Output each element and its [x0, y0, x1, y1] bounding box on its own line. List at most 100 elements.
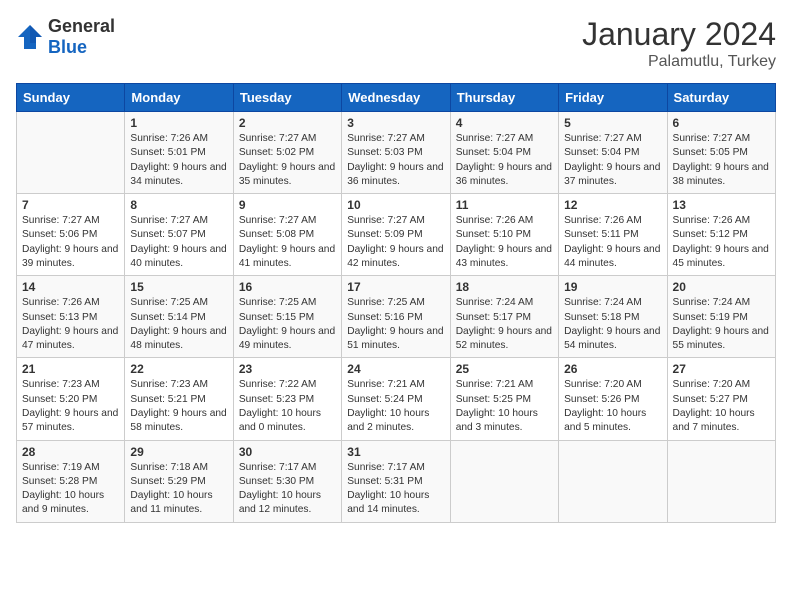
week-row-4: 21 Sunrise: 7:23 AM Sunset: 5:20 PM Dayl… — [17, 358, 776, 440]
daylight-text: Daylight: 9 hours and 51 minutes. — [347, 326, 443, 351]
week-row-2: 7 Sunrise: 7:27 AM Sunset: 5:06 PM Dayli… — [17, 194, 776, 276]
day-detail: Sunrise: 7:27 AM Sunset: 5:06 PM Dayligh… — [22, 214, 119, 271]
day-number: 26 — [564, 362, 661, 376]
daylight-text: Daylight: 9 hours and 43 minutes. — [456, 244, 552, 269]
day-number: 16 — [239, 280, 336, 294]
sunrise-text: Sunrise: 7:26 AM — [22, 297, 100, 308]
day-number: 24 — [347, 362, 444, 376]
day-detail: Sunrise: 7:27 AM Sunset: 5:05 PM Dayligh… — [673, 132, 770, 189]
sunrise-text: Sunrise: 7:27 AM — [239, 133, 317, 144]
day-cell: 20 Sunrise: 7:24 AM Sunset: 5:19 PM Dayl… — [667, 276, 775, 358]
sunset-text: Sunset: 5:13 PM — [22, 312, 97, 323]
day-number: 25 — [456, 362, 553, 376]
sunset-text: Sunset: 5:11 PM — [564, 229, 639, 240]
sunrise-text: Sunrise: 7:27 AM — [22, 215, 100, 226]
sunrise-text: Sunrise: 7:27 AM — [673, 133, 751, 144]
day-cell: 28 Sunrise: 7:19 AM Sunset: 5:28 PM Dayl… — [17, 440, 125, 522]
day-detail: Sunrise: 7:17 AM Sunset: 5:30 PM Dayligh… — [239, 461, 336, 518]
day-cell: 6 Sunrise: 7:27 AM Sunset: 5:05 PM Dayli… — [667, 112, 775, 194]
day-cell: 5 Sunrise: 7:27 AM Sunset: 5:04 PM Dayli… — [559, 112, 667, 194]
header-thursday: Thursday — [450, 84, 558, 112]
daylight-text: Daylight: 9 hours and 40 minutes. — [130, 244, 226, 269]
daylight-text: Daylight: 10 hours and 0 minutes. — [239, 408, 321, 433]
sunset-text: Sunset: 5:25 PM — [456, 394, 531, 405]
day-number: 4 — [456, 116, 553, 130]
day-number: 19 — [564, 280, 661, 294]
day-cell: 14 Sunrise: 7:26 AM Sunset: 5:13 PM Dayl… — [17, 276, 125, 358]
day-cell: 29 Sunrise: 7:18 AM Sunset: 5:29 PM Dayl… — [125, 440, 233, 522]
day-number: 23 — [239, 362, 336, 376]
header-wednesday: Wednesday — [342, 84, 450, 112]
sunset-text: Sunset: 5:06 PM — [22, 229, 97, 240]
day-cell: 1 Sunrise: 7:26 AM Sunset: 5:01 PM Dayli… — [125, 112, 233, 194]
daylight-text: Daylight: 9 hours and 54 minutes. — [564, 326, 660, 351]
header-tuesday: Tuesday — [233, 84, 341, 112]
daylight-text: Daylight: 9 hours and 58 minutes. — [130, 408, 226, 433]
sunset-text: Sunset: 5:02 PM — [239, 147, 314, 158]
sunrise-text: Sunrise: 7:20 AM — [564, 379, 642, 390]
day-detail: Sunrise: 7:27 AM Sunset: 5:03 PM Dayligh… — [347, 132, 444, 189]
day-number: 6 — [673, 116, 770, 130]
day-number: 15 — [130, 280, 227, 294]
day-detail: Sunrise: 7:21 AM Sunset: 5:24 PM Dayligh… — [347, 378, 444, 435]
daylight-text: Daylight: 9 hours and 37 minutes. — [564, 162, 660, 187]
sunrise-text: Sunrise: 7:21 AM — [456, 379, 534, 390]
day-detail: Sunrise: 7:27 AM Sunset: 5:04 PM Dayligh… — [564, 132, 661, 189]
sunset-text: Sunset: 5:07 PM — [130, 229, 205, 240]
day-detail: Sunrise: 7:27 AM Sunset: 5:09 PM Dayligh… — [347, 214, 444, 271]
sunrise-text: Sunrise: 7:27 AM — [347, 133, 425, 144]
day-number: 27 — [673, 362, 770, 376]
day-detail: Sunrise: 7:27 AM Sunset: 5:04 PM Dayligh… — [456, 132, 553, 189]
day-detail: Sunrise: 7:20 AM Sunset: 5:26 PM Dayligh… — [564, 378, 661, 435]
sunrise-text: Sunrise: 7:17 AM — [239, 462, 317, 473]
sunrise-text: Sunrise: 7:27 AM — [130, 215, 208, 226]
day-cell: 15 Sunrise: 7:25 AM Sunset: 5:14 PM Dayl… — [125, 276, 233, 358]
day-number: 11 — [456, 198, 553, 212]
daylight-text: Daylight: 9 hours and 42 minutes. — [347, 244, 443, 269]
day-detail: Sunrise: 7:25 AM Sunset: 5:14 PM Dayligh… — [130, 296, 227, 353]
daylight-text: Daylight: 10 hours and 3 minutes. — [456, 408, 538, 433]
sunset-text: Sunset: 5:18 PM — [564, 312, 639, 323]
header-monday: Monday — [125, 84, 233, 112]
daylight-text: Daylight: 9 hours and 52 minutes. — [456, 326, 552, 351]
sunrise-text: Sunrise: 7:23 AM — [130, 379, 208, 390]
sunset-text: Sunset: 5:05 PM — [673, 147, 748, 158]
sunrise-text: Sunrise: 7:22 AM — [239, 379, 317, 390]
calendar-table: Sunday Monday Tuesday Wednesday Thursday… — [16, 83, 776, 523]
sunset-text: Sunset: 5:24 PM — [347, 394, 422, 405]
header-friday: Friday — [559, 84, 667, 112]
location-subtitle: Palamutlu, Turkey — [582, 53, 776, 71]
day-number: 28 — [22, 445, 119, 459]
daylight-text: Daylight: 9 hours and 57 minutes. — [22, 408, 118, 433]
sunset-text: Sunset: 5:15 PM — [239, 312, 314, 323]
day-detail: Sunrise: 7:20 AM Sunset: 5:27 PM Dayligh… — [673, 378, 770, 435]
day-cell — [667, 440, 775, 522]
sunset-text: Sunset: 5:01 PM — [130, 147, 205, 158]
daylight-text: Daylight: 10 hours and 14 minutes. — [347, 490, 429, 515]
sunset-text: Sunset: 5:12 PM — [673, 229, 748, 240]
day-cell: 24 Sunrise: 7:21 AM Sunset: 5:24 PM Dayl… — [342, 358, 450, 440]
day-cell: 18 Sunrise: 7:24 AM Sunset: 5:17 PM Dayl… — [450, 276, 558, 358]
day-number: 13 — [673, 198, 770, 212]
sunrise-text: Sunrise: 7:27 AM — [564, 133, 642, 144]
day-number: 18 — [456, 280, 553, 294]
sunset-text: Sunset: 5:08 PM — [239, 229, 314, 240]
day-number: 17 — [347, 280, 444, 294]
day-cell: 4 Sunrise: 7:27 AM Sunset: 5:04 PM Dayli… — [450, 112, 558, 194]
day-detail: Sunrise: 7:24 AM Sunset: 5:17 PM Dayligh… — [456, 296, 553, 353]
daylight-text: Daylight: 9 hours and 47 minutes. — [22, 326, 118, 351]
sunrise-text: Sunrise: 7:27 AM — [347, 215, 425, 226]
sunset-text: Sunset: 5:16 PM — [347, 312, 422, 323]
day-detail: Sunrise: 7:26 AM Sunset: 5:01 PM Dayligh… — [130, 132, 227, 189]
sunset-text: Sunset: 5:10 PM — [456, 229, 531, 240]
day-cell: 8 Sunrise: 7:27 AM Sunset: 5:07 PM Dayli… — [125, 194, 233, 276]
sunset-text: Sunset: 5:04 PM — [564, 147, 639, 158]
sunrise-text: Sunrise: 7:24 AM — [564, 297, 642, 308]
sunrise-text: Sunrise: 7:27 AM — [239, 215, 317, 226]
day-detail: Sunrise: 7:25 AM Sunset: 5:15 PM Dayligh… — [239, 296, 336, 353]
day-number: 3 — [347, 116, 444, 130]
sunset-text: Sunset: 5:23 PM — [239, 394, 314, 405]
sunrise-text: Sunrise: 7:24 AM — [456, 297, 534, 308]
sunset-text: Sunset: 5:30 PM — [239, 476, 314, 487]
sunset-text: Sunset: 5:28 PM — [22, 476, 97, 487]
